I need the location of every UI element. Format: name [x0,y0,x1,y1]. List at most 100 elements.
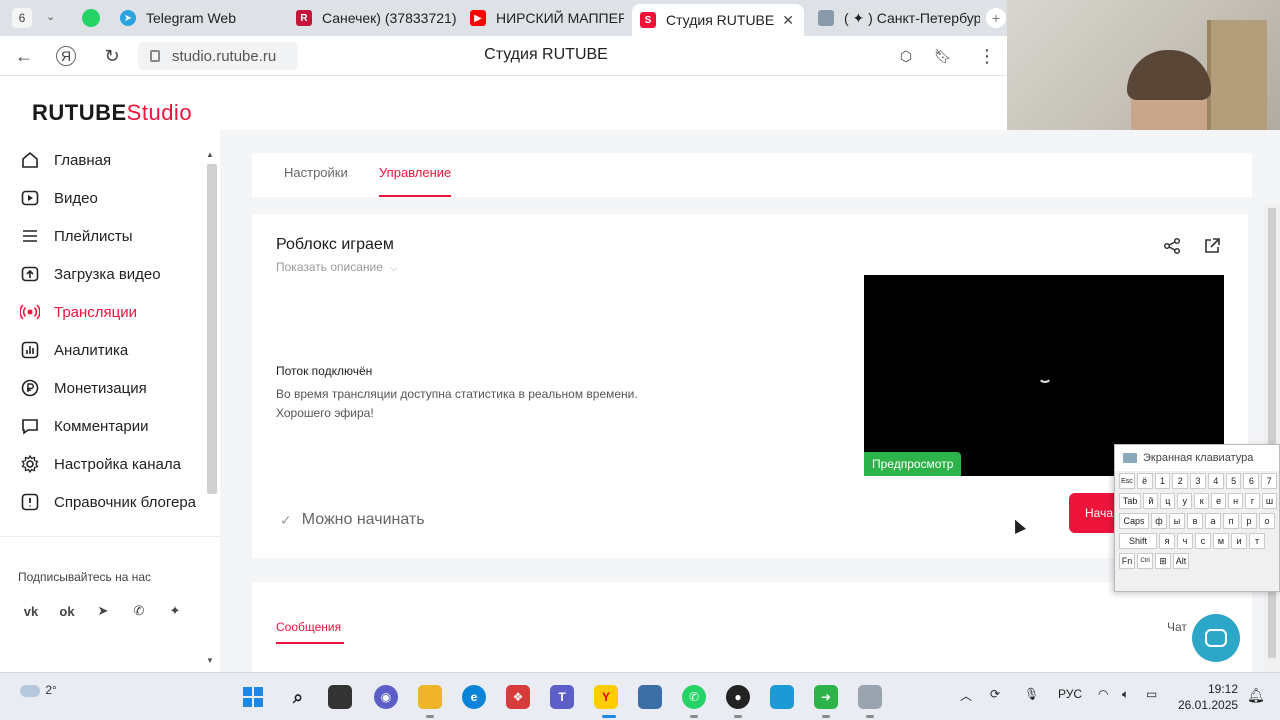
tab-management[interactable]: Управление [379,165,452,197]
keyboard-key[interactable]: 5 [1225,473,1242,489]
close-icon[interactable]: ✕ [782,12,794,29]
downloads-icon[interactable]: ⬡ [894,44,918,68]
keyboard-key[interactable]: Shift [1119,533,1157,549]
keyboard-key[interactable]: р [1241,513,1257,529]
url-field[interactable]: studio.rutube.ru [138,42,298,70]
tab-sanechek[interactable]: R Санечек) (37833721) [288,4,458,32]
keyboard-key[interactable]: п [1223,513,1239,529]
keyboard-key[interactable]: 7 [1261,473,1278,489]
tab-settings[interactable]: Настройки [284,165,348,180]
scrollbar-thumb[interactable] [207,164,217,494]
on-screen-keyboard[interactable]: Экранная клавиатура Esc ё 1 2 3 4 5 6 7 … [1114,444,1280,592]
search-icon[interactable]: ⌕ [286,685,310,709]
keyboard-key[interactable]: и [1231,533,1247,549]
dzen-icon[interactable]: ✦ [163,600,187,622]
yandex-icon[interactable]: Я [56,46,76,66]
keyboard-key[interactable]: 2 [1172,473,1189,489]
keyboard-key[interactable]: г [1245,493,1261,509]
scroll-down-icon[interactable]: ▼ [206,656,214,665]
sidebar-item-blogger-guide[interactable]: Справочник блогера [20,488,196,516]
keyboard-key[interactable]: у [1177,493,1193,509]
app-icon[interactable] [638,685,662,709]
keyboard-key[interactable]: Alt [1173,553,1189,569]
task-view-icon[interactable] [328,685,352,709]
reload-icon[interactable]: ↻ [100,44,124,68]
support-chat-button[interactable] [1192,614,1240,662]
chevron-down-icon[interactable]: ⌄ [46,10,55,23]
language-indicator[interactable]: РУС [1058,687,1082,701]
keyboard-title-bar[interactable]: Экранная клавиатура [1115,445,1279,471]
keyboard-key[interactable]: ф [1151,513,1167,529]
scroll-up-icon[interactable]: ▲ [206,150,214,159]
keyboard-key[interactable]: м [1213,533,1229,549]
obs-icon[interactable]: ● [726,685,750,709]
sidebar-item-home[interactable]: Главная [20,146,111,174]
tab-counter[interactable]: 6 [12,8,32,28]
keyboard-key[interactable]: Esc [1119,473,1135,489]
chat-label[interactable]: Чат [1167,620,1187,634]
keyboard-key[interactable]: ы [1169,513,1185,529]
keyboard-key[interactable]: с [1195,533,1211,549]
teams-icon[interactable]: T [550,685,574,709]
microphone-icon[interactable]: 🎙︎ [1024,687,1039,701]
keyboard-key[interactable]: о [1259,513,1275,529]
battery-icon[interactable]: ▭ [1146,687,1157,701]
app-icon[interactable] [858,685,882,709]
keyboard-key[interactable]: Caps [1119,513,1149,529]
tab-rutube-studio[interactable]: S Студия RUTUBE ✕ [632,4,804,36]
app-icon[interactable]: ➜ [814,685,838,709]
sidebar-item-comments[interactable]: Комментарии [20,412,148,440]
rutube-studio-logo[interactable]: RUTUBEStudio [32,100,192,126]
keyboard-key[interactable]: 4 [1207,473,1224,489]
sidebar-scrollbar[interactable]: ▲ ▼ [204,150,218,670]
system-clock[interactable]: 19:12 26.01.2025 [1178,681,1238,713]
sidebar-item-playlists[interactable]: Плейлисты [20,222,133,250]
keyboard-key[interactable]: 1 [1154,473,1171,489]
wifi-icon[interactable]: ◠ [1098,687,1108,701]
keyboard-key[interactable]: е [1211,493,1227,509]
chat-icon[interactable]: ◉ [374,685,398,709]
new-tab-button[interactable]: + [986,8,1006,28]
tab-telegram[interactable]: ➤ Telegram Web [112,4,272,32]
keyboard-key[interactable]: Ctrl [1137,553,1153,569]
keyboard-key[interactable]: Fn [1119,553,1135,569]
sidebar-item-channel-settings[interactable]: Настройка канала [20,450,181,478]
bookmark-icon[interactable]: 🔖︎ [931,44,955,68]
sidebar-item-monetization[interactable]: Монетизация [20,374,147,402]
ok-icon[interactable]: ok [55,600,79,622]
keyboard-key[interactable]: а [1205,513,1221,529]
telegram-icon[interactable]: ➤ [91,600,115,622]
keyboard-key[interactable]: ш [1262,493,1277,509]
tab-youtube[interactable]: ▶ НИРСКИЙ МАППЕР [462,4,624,32]
sidebar-item-upload[interactable]: Загрузка видео [20,260,161,288]
chevron-up-icon[interactable]: ︿ [960,687,972,704]
whatsapp-icon[interactable]: ✆ [682,685,706,709]
keyboard-key[interactable]: ч [1177,533,1193,549]
sidebar-item-video[interactable]: Видео [20,184,98,212]
sidebar-item-analytics[interactable]: Аналитика [20,336,128,364]
sync-icon[interactable]: ⟳ [990,687,1000,701]
keyboard-key[interactable]: й [1143,493,1159,509]
app-icon[interactable] [770,685,794,709]
weather-widget[interactable]: 2° [20,683,57,697]
keyboard-key[interactable]: н [1228,493,1244,509]
edge-icon[interactable]: e [462,685,486,709]
show-description-toggle[interactable]: Показать описание ⌵ [276,260,397,274]
viber-icon[interactable]: ✆ [127,600,151,622]
keyboard-key[interactable]: в [1187,513,1203,529]
tab-messages[interactable]: Сообщения [276,620,345,644]
external-link-icon[interactable] [1202,236,1222,256]
yandex-browser-icon[interactable]: Y [594,685,618,709]
file-explorer-icon[interactable] [418,685,442,709]
notification-bell-icon[interactable]: 🔔︎ [1247,687,1265,704]
menu-icon[interactable]: ⋮ [975,44,999,68]
keyboard-key[interactable]: 6 [1243,473,1260,489]
main-scrollbar[interactable] [1264,204,1280,672]
gift-icon[interactable]: ❖ [506,685,530,709]
keyboard-key[interactable]: Tab [1119,493,1142,509]
keyboard-key[interactable]: я [1159,533,1175,549]
tab-spb[interactable]: ( ✦ ) Санкт-Петербур [810,4,980,32]
share-icon[interactable] [1162,236,1182,256]
windows-start-icon[interactable] [241,685,265,709]
back-arrow-icon[interactable]: ← [12,44,36,68]
